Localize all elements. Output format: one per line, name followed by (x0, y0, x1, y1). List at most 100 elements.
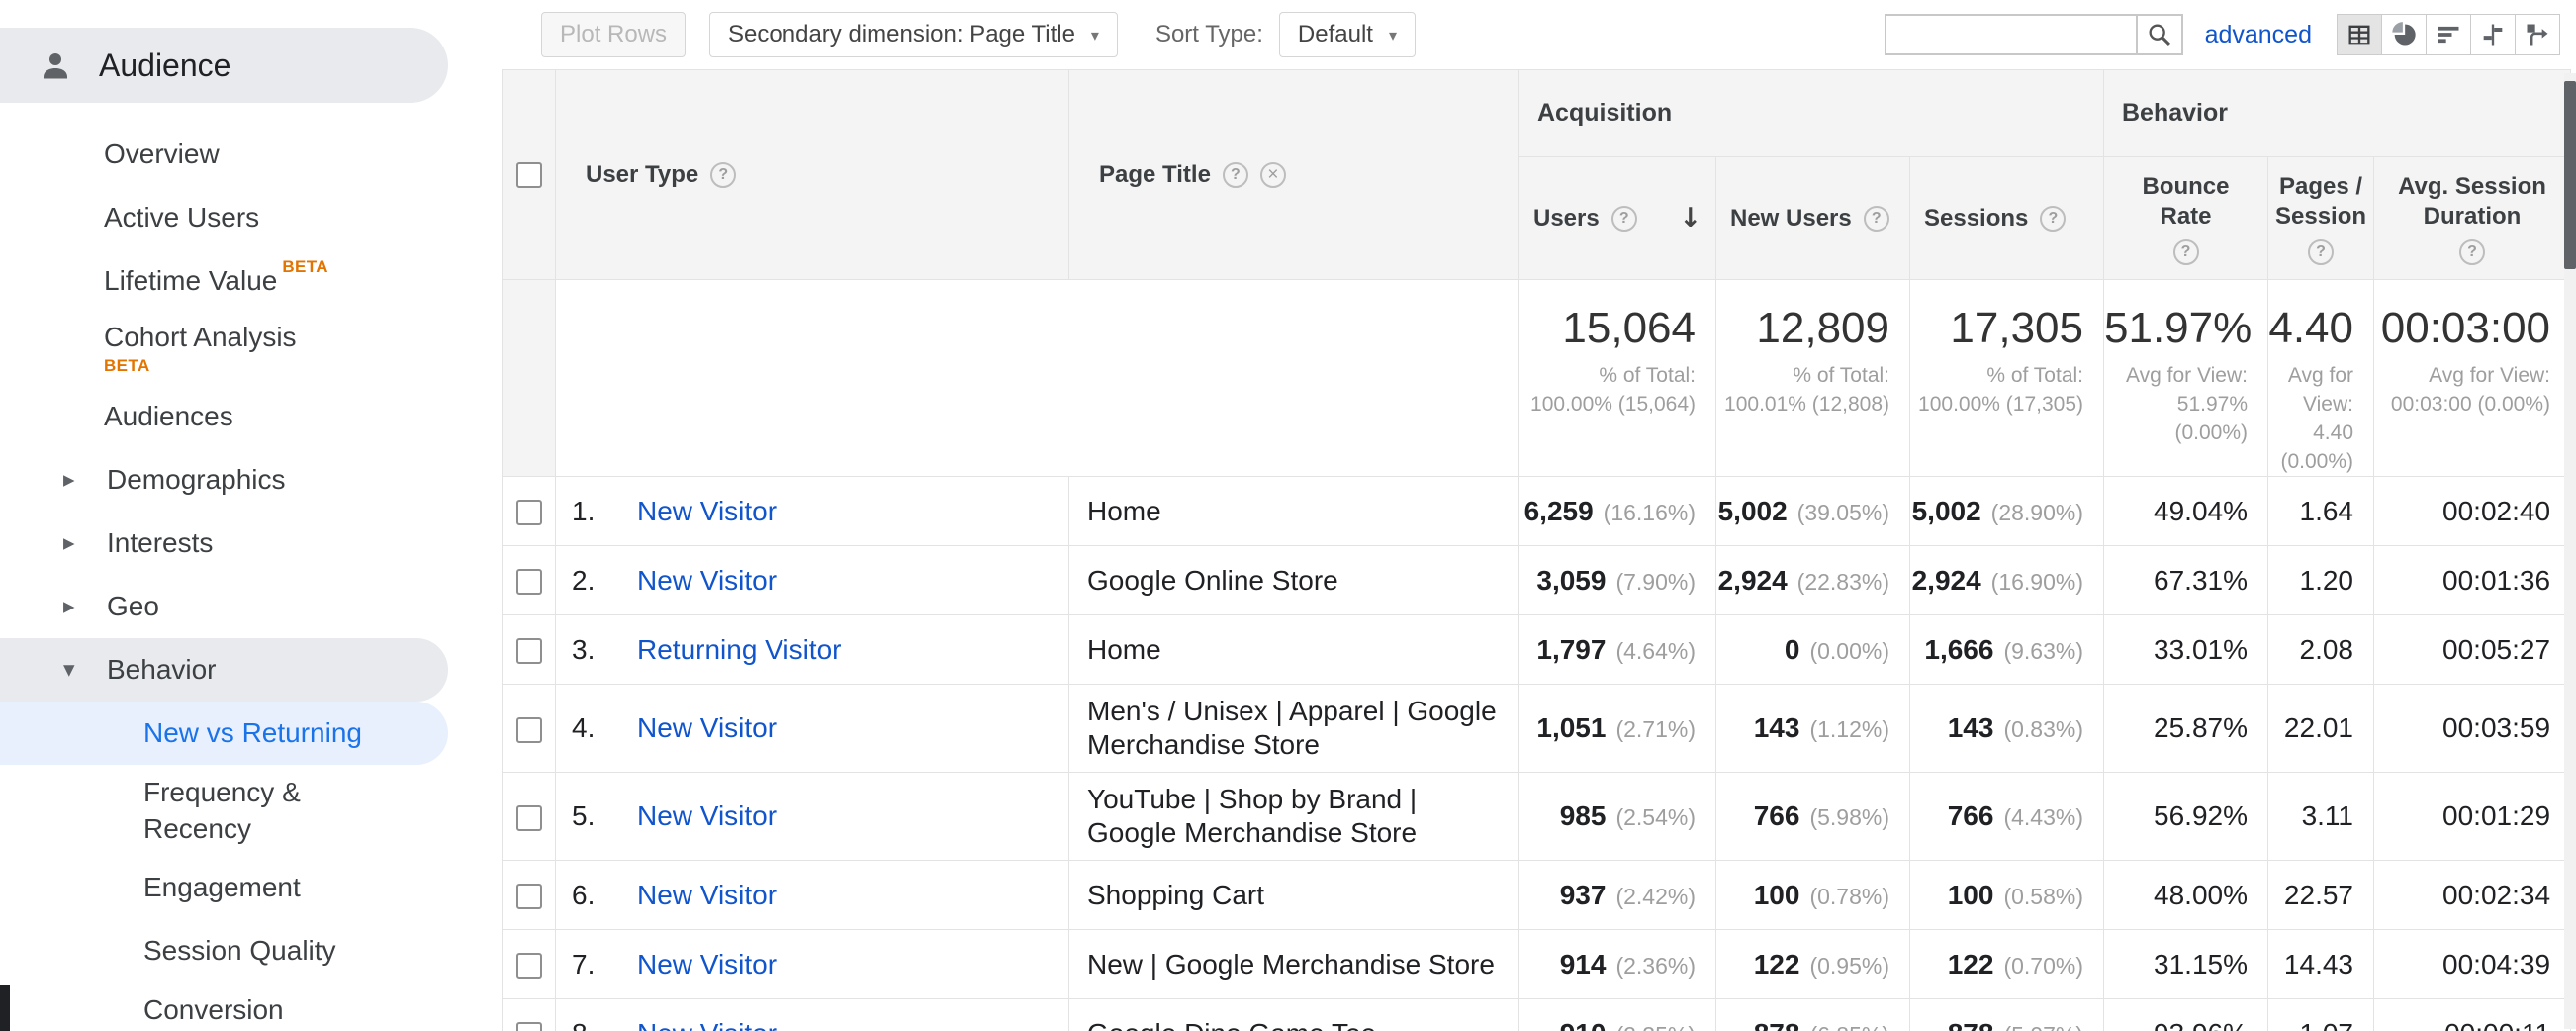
sidebar-item-conversion-probability[interactable]: Conversion Probability BETA (0, 983, 448, 1031)
column-header-page-title[interactable]: Page Title ? × (1069, 70, 1519, 280)
row-checkbox[interactable] (516, 1022, 542, 1031)
vertical-scrollbar[interactable] (2564, 73, 2576, 1029)
sidebar-item-behavior[interactable]: ▾ Behavior (0, 638, 448, 702)
column-header-avg-session-duration[interactable]: Avg. Session Duration ? (2374, 157, 2571, 280)
sidebar-item-frequency-recency[interactable]: Frequency & Recency (0, 765, 448, 856)
column-header-new-users[interactable]: New Users ? (1716, 157, 1910, 280)
sidebar-item-cohort-analysis[interactable]: Cohort Analysis BETA (0, 313, 448, 385)
row-number: 6. (572, 880, 613, 911)
user-type-link[interactable]: New Visitor (637, 496, 777, 527)
sidebar-item-engagement[interactable]: Engagement (0, 856, 448, 919)
help-icon[interactable]: ? (2308, 239, 2334, 265)
report-table-region: User Type ? Page Title ? × (502, 69, 2576, 1031)
horizontal-bars-icon (2435, 21, 2462, 48)
pages-session-cell: 22.01 (2268, 685, 2374, 773)
sidebar-item-session-quality[interactable]: Session Quality (0, 919, 448, 983)
scrollbar-thumb[interactable] (2564, 81, 2576, 269)
sidebar-scrollbar-thumb[interactable] (0, 985, 10, 1031)
help-icon[interactable]: ? (2173, 239, 2199, 265)
sort-descending-icon: ↓ (1679, 203, 1702, 234)
row-checkbox[interactable] (516, 500, 542, 525)
table-row: 4. New Visitor Men's / Unisex | Apparel … (503, 685, 2571, 773)
users-cell: 910(2.35%) (1519, 999, 1716, 1031)
new-users-cell: 2,924(22.83%) (1716, 546, 1910, 615)
row-number: 1. (572, 496, 613, 527)
page-title-value: Shopping Cart (1069, 861, 1519, 930)
pages-session-cell: 14.43 (2268, 930, 2374, 999)
chevron-right-icon: ▸ (63, 594, 87, 619)
table-row: 5. New Visitor YouTube | Shop by Brand |… (503, 773, 2571, 861)
sessions-cell: 122(0.70%) (1910, 930, 2104, 999)
sidebar-item-lifetime-value[interactable]: Lifetime Value BETA (0, 249, 448, 313)
page-title-value: Home (1069, 615, 1519, 685)
summary-sessions: 17,305 % of Total: 100.00% (17,305) (1910, 280, 2104, 477)
view-switcher (2338, 14, 2560, 55)
sidebar-item-demographics[interactable]: ▸ Demographics (0, 448, 448, 512)
sidebar-section-audience[interactable]: Audience (0, 28, 448, 103)
search-button[interactable] (2136, 14, 2183, 55)
beta-badge: BETA (104, 356, 150, 376)
new-users-cell: 122(0.95%) (1716, 930, 1910, 999)
sidebar-item-geo[interactable]: ▸ Geo (0, 575, 448, 638)
sidebar-item-active-users[interactable]: Active Users (0, 186, 448, 249)
sidebar-item-overview[interactable]: Overview (0, 123, 448, 186)
sidebar-item-new-vs-returning[interactable]: New vs Returning (0, 702, 448, 765)
row-checkbox[interactable] (516, 953, 542, 979)
help-icon[interactable]: ? (710, 162, 736, 188)
user-type-link[interactable]: New Visitor (637, 1018, 777, 1031)
sidebar-item-audiences[interactable]: Audiences (0, 385, 448, 448)
table-view-button[interactable] (2337, 14, 2382, 55)
plot-rows-button[interactable]: Plot Rows (541, 12, 686, 57)
user-type-link[interactable]: New Visitor (637, 880, 777, 911)
sidebar-section-label: Audience (99, 47, 230, 84)
percentage-view-button[interactable] (2381, 14, 2427, 55)
bounce-rate-cell: 56.92% (2104, 773, 2268, 861)
user-type-link[interactable]: Returning Visitor (637, 634, 841, 666)
row-checkbox[interactable] (516, 717, 542, 743)
user-type-link[interactable]: New Visitor (637, 949, 777, 981)
new-users-cell: 143(1.12%) (1716, 685, 1910, 773)
row-checkbox[interactable] (516, 884, 542, 909)
users-cell: 937(2.42%) (1519, 861, 1716, 930)
row-number: 5. (572, 800, 613, 832)
search-input[interactable] (1885, 14, 2138, 55)
user-type-link[interactable]: New Visitor (637, 565, 777, 597)
help-icon[interactable]: ? (2459, 239, 2485, 265)
column-header-sessions[interactable]: Sessions ? (1910, 157, 2104, 280)
row-number: 2. (572, 565, 613, 597)
sort-type-dropdown[interactable]: Default ▾ (1279, 12, 1416, 57)
help-icon[interactable]: ? (1611, 206, 1637, 232)
performance-view-button[interactable] (2426, 14, 2471, 55)
pivot-view-button[interactable] (2515, 14, 2560, 55)
user-type-link[interactable]: New Visitor (637, 712, 777, 744)
advanced-link[interactable]: advanced (2205, 21, 2312, 49)
pages-session-cell: 1.07 (2268, 999, 2374, 1031)
sessions-cell: 100(0.58%) (1910, 861, 2104, 930)
row-checkbox[interactable] (516, 638, 542, 664)
help-icon[interactable]: ? (2040, 206, 2066, 232)
row-checkbox[interactable] (516, 569, 542, 595)
help-icon[interactable]: ? (1223, 162, 1248, 188)
column-header-user-type[interactable]: User Type ? (556, 70, 1069, 280)
users-cell: 1,051(2.71%) (1519, 685, 1716, 773)
remove-secondary-dimension-icon[interactable]: × (1260, 162, 1286, 188)
sidebar-item-interests[interactable]: ▸ Interests (0, 512, 448, 575)
help-icon[interactable]: ? (1864, 206, 1889, 232)
row-number: 7. (572, 949, 613, 981)
search-icon (2146, 21, 2173, 48)
table-row: 7. New Visitor New | Google Merchandise … (503, 930, 2571, 999)
avg-session-duration-cell: 00:00:11 (2374, 999, 2571, 1031)
comparison-view-button[interactable] (2470, 14, 2516, 55)
secondary-dimension-button[interactable]: Secondary dimension: Page Title ▾ (709, 12, 1118, 57)
select-all-checkbox[interactable] (516, 162, 542, 188)
avg-session-duration-cell: 00:01:29 (2374, 773, 2571, 861)
column-header-bounce-rate[interactable]: Bounce Rate ? (2104, 157, 2268, 280)
column-header-users[interactable]: Users ? ↓ (1519, 157, 1716, 280)
user-type-link[interactable]: New Visitor (637, 800, 777, 832)
table-row: 8. New Visitor Google Dino Game Tee 910(… (503, 999, 2571, 1031)
column-header-pages-session[interactable]: Pages / Session ? (2268, 157, 2374, 280)
chevron-right-icon: ▸ (63, 467, 87, 493)
row-checkbox[interactable] (516, 805, 542, 831)
page-title-value: New | Google Merchandise Store (1069, 930, 1519, 999)
pivot-icon (2524, 21, 2551, 48)
